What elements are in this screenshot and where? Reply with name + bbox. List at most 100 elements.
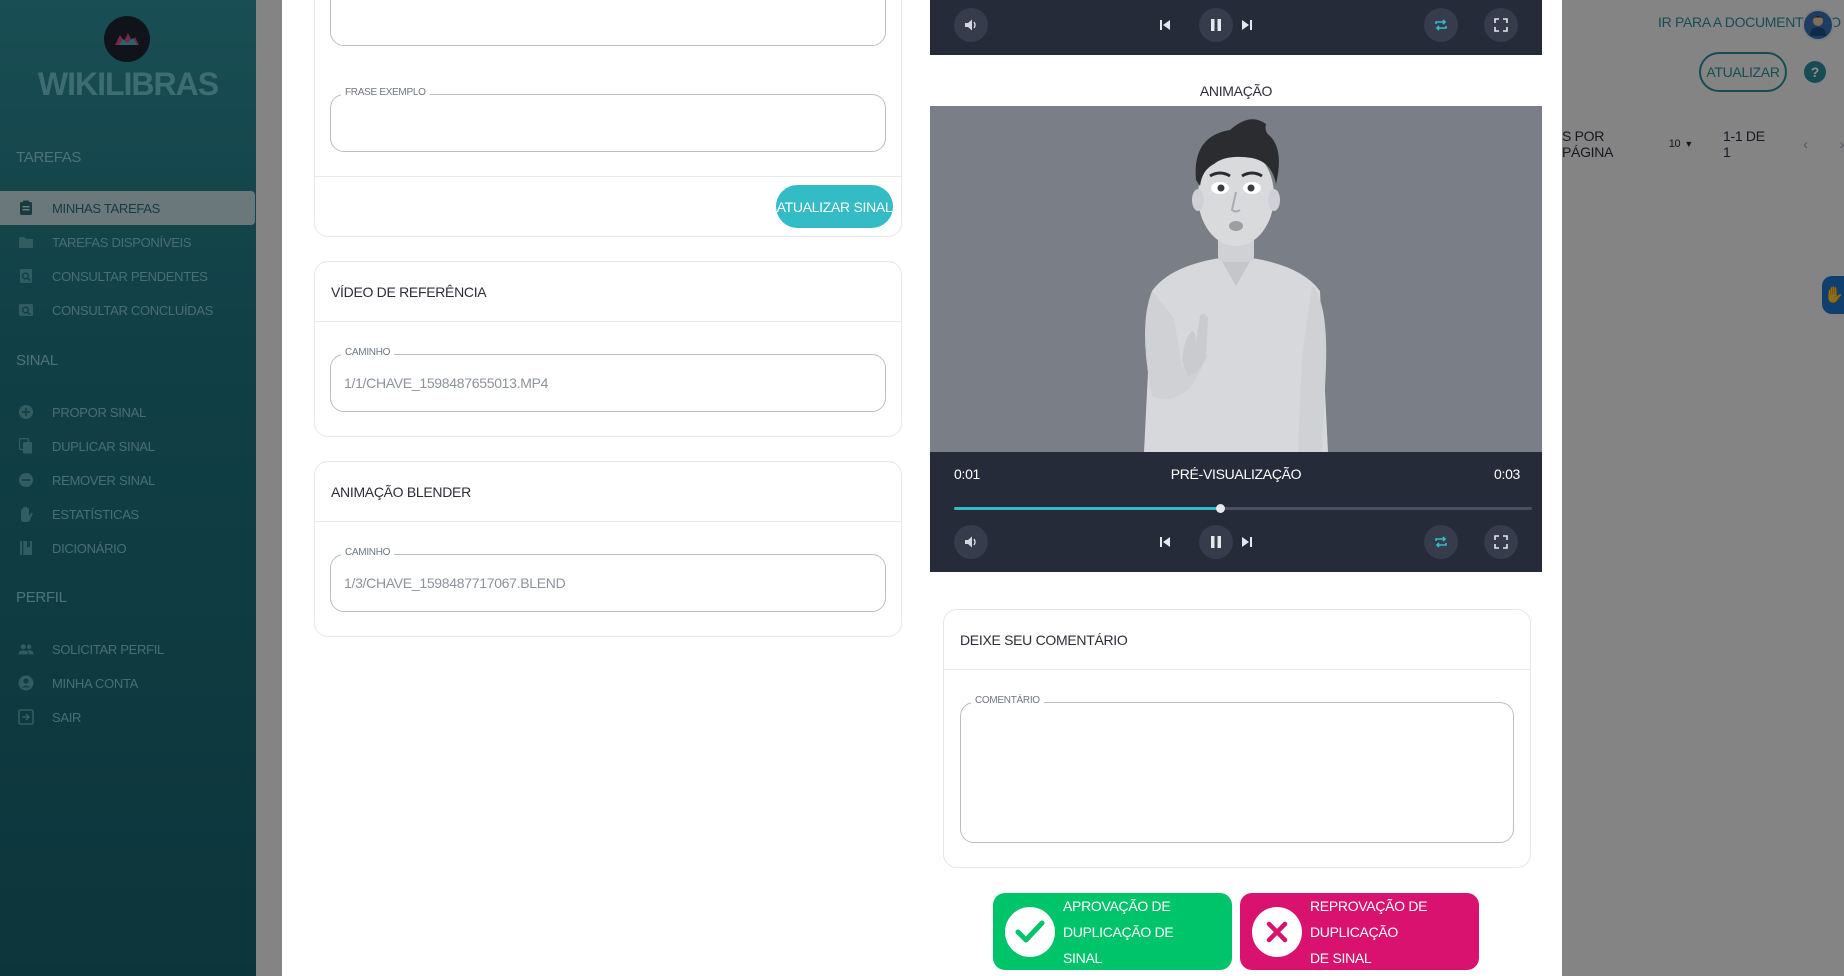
reference-video-title: VÍDEO DE REFERÊNCIA (315, 262, 901, 322)
sidebar-item-tarefas-disponiveis[interactable]: TAREFAS DISPONÍVEIS (0, 225, 256, 259)
plus-circle-icon (18, 404, 34, 420)
example-phrase-field[interactable]: FRASE EXEMPLO (330, 87, 886, 152)
progress-fill (954, 507, 1220, 510)
sidebar-item-label: CONSULTAR PENDENTES (52, 268, 208, 284)
reject-label-line2: DE SINAL (1310, 949, 1372, 966)
sidebar-item-label: MINHA CONTA (52, 675, 139, 691)
sidebar-item-sair[interactable]: SAIR (0, 700, 256, 734)
account-icon (18, 675, 34, 691)
skip-forward-icon[interactable] (1236, 531, 1258, 553)
loop-icon[interactable] (1424, 8, 1458, 42)
reject-label: REPROVAÇÃO DE DUPLICAÇÃO DE SINAL (1310, 893, 1479, 971)
sign-field-top[interactable] (330, 0, 886, 46)
refresh-button[interactable]: ATUALIZAR (1699, 52, 1787, 92)
avatar-3d-figure (1144, 119, 1328, 452)
sidebar-item-label: MINHAS TAREFAS (52, 200, 161, 216)
progress-handle[interactable] (1215, 504, 1225, 513)
check-icon (1005, 906, 1055, 957)
reference-video-controls (930, 0, 1542, 55)
hand-icon (18, 506, 34, 522)
update-sign-button[interactable]: ATUALIZAR SINAL (776, 185, 893, 228)
approve-label: APROVAÇÃO DE DUPLICAÇÃO DE SINAL (1063, 893, 1232, 971)
sidebar-item-label: REMOVER SINAL (52, 472, 156, 488)
reject-label-line1: REPROVAÇÃO DE DUPLICAÇÃO (1310, 897, 1428, 940)
reference-video-path-field[interactable]: CAMINHO 1/1/CHAVE_1598487655013.MP4 (330, 347, 886, 412)
clipboard-icon (18, 200, 34, 216)
duration: 0:03 (1494, 466, 1521, 482)
fullscreen-icon[interactable] (1484, 525, 1518, 559)
animation-preview[interactable] (930, 106, 1542, 452)
comment-label: COMENTÁRIO (971, 695, 1044, 706)
rows-per-page-select[interactable]: 10 (1669, 138, 1681, 150)
section-title-tarefas: TAREFAS (16, 149, 82, 166)
reference-video-path-value: 1/1/CHAVE_1598487655013.MP4 (344, 375, 549, 391)
pagination: S POR PÁGINA 10 ▼ 1-1 DE 1 ‹ › (1562, 128, 1844, 160)
blender-path-value: 1/3/CHAVE_1598487717067.BLEND (344, 575, 566, 591)
sidebar-item-dicionario[interactable]: DICIONÁRIO (0, 531, 256, 565)
divider (315, 176, 901, 177)
sidebar-item-label: DUPLICAR SINAL (52, 438, 155, 454)
sidebar-item-consultar-pendentes[interactable]: CONSULTAR PENDENTES (0, 259, 256, 293)
skip-forward-icon[interactable] (1236, 14, 1258, 36)
blender-animation-title: ANIMAÇÃO BLENDER (315, 462, 901, 522)
progress-bar[interactable] (954, 504, 1532, 513)
fullscreen-icon[interactable] (1484, 8, 1518, 42)
next-page-icon[interactable]: › (1840, 136, 1844, 152)
skip-back-icon[interactable] (1154, 14, 1176, 36)
section-title-sinal: SINAL (16, 352, 58, 369)
blender-path-label: CAMINHO (341, 547, 395, 558)
prev-page-icon[interactable]: ‹ (1803, 136, 1808, 152)
close-icon (1252, 906, 1302, 957)
app-logo-text: WIKILIBRAS (37, 66, 219, 102)
sidebar: WIKILIBRAS TAREFAS MINHAS TAREFAS TAREFA… (0, 0, 256, 976)
skip-back-icon[interactable] (1154, 531, 1176, 553)
help-icon[interactable]: ? (1804, 61, 1826, 83)
volume-icon[interactable] (954, 525, 988, 559)
sidebar-item-consultar-concluidas[interactable]: CONSULTAR CONCLUÍDAS (0, 293, 256, 327)
sidebar-item-label: PROPOR SINAL (52, 404, 146, 420)
search-doc-icon (18, 268, 34, 284)
loop-icon[interactable] (1424, 525, 1458, 559)
sidebar-item-label: CONSULTAR CONCLUÍDAS (52, 302, 214, 318)
avatar[interactable] (1802, 9, 1834, 41)
example-phrase-label: FRASE EXEMPLO (341, 87, 430, 98)
sidebar-item-label: TAREFAS DISPONÍVEIS (52, 234, 192, 250)
reference-video-path-label: CAMINHO (341, 347, 395, 358)
volume-icon[interactable] (954, 8, 988, 42)
sidebar-item-minha-conta[interactable]: MINHA CONTA (0, 666, 256, 700)
people-icon (18, 641, 34, 657)
sidebar-item-label: ESTATÍSTICAS (52, 506, 139, 522)
folder-icon (18, 234, 34, 250)
comment-title: DEIXE SEU COMENTÁRIO (944, 610, 1530, 670)
approve-duplication-button[interactable]: APROVAÇÃO DE DUPLICAÇÃO DE SINAL (993, 893, 1232, 970)
sidebar-item-remover-sinal[interactable]: REMOVER SINAL (0, 463, 256, 497)
approve-label-line2: SINAL (1063, 949, 1102, 966)
book-icon (18, 540, 34, 556)
exit-icon (18, 709, 34, 725)
sidebar-item-duplicar-sinal[interactable]: DUPLICAR SINAL (0, 429, 256, 463)
chevron-down-icon[interactable]: ▼ (1684, 139, 1693, 149)
page-range: 1-1 DE 1 (1722, 128, 1765, 160)
preview-title: PRÉ-VISUALIZAÇÃO (1170, 466, 1302, 482)
accessibility-hand-icon[interactable]: ✋ (1822, 276, 1844, 314)
sidebar-item-label: DICIONÁRIO (52, 540, 127, 556)
animation-label: ANIMAÇÃO (1199, 83, 1273, 99)
reject-duplication-button[interactable]: REPROVAÇÃO DE DUPLICAÇÃO DE SINAL (1240, 893, 1479, 970)
blender-path-field[interactable]: CAMINHO 1/3/CHAVE_1598487717067.BLEND (330, 547, 886, 612)
pause-icon[interactable] (1199, 8, 1233, 42)
sidebar-item-solicitar-perfil[interactable]: SOLICITAR PERFIL (0, 632, 256, 666)
sidebar-item-estatisticas[interactable]: ESTATÍSTICAS (0, 497, 256, 531)
sidebar-item-label: SAIR (52, 709, 82, 725)
section-title-perfil: PERFIL (16, 589, 67, 606)
rows-per-page-label: S POR PÁGINA (1562, 128, 1614, 160)
logo-icon (104, 16, 150, 62)
minus-circle-icon (18, 472, 34, 488)
sidebar-item-propor-sinal[interactable]: PROPOR SINAL (0, 395, 256, 429)
image-search-icon (18, 302, 34, 318)
comment-textarea[interactable]: COMENTÁRIO (960, 695, 1514, 843)
sidebar-item-minhas-tarefas[interactable]: MINHAS TAREFAS (0, 191, 255, 225)
pause-icon[interactable] (1199, 525, 1233, 559)
sidebar-item-label: SOLICITAR PERFIL (52, 641, 164, 657)
approve-label-line1: APROVAÇÃO DE DUPLICAÇÃO DE (1063, 897, 1174, 940)
copy-icon (18, 438, 34, 454)
